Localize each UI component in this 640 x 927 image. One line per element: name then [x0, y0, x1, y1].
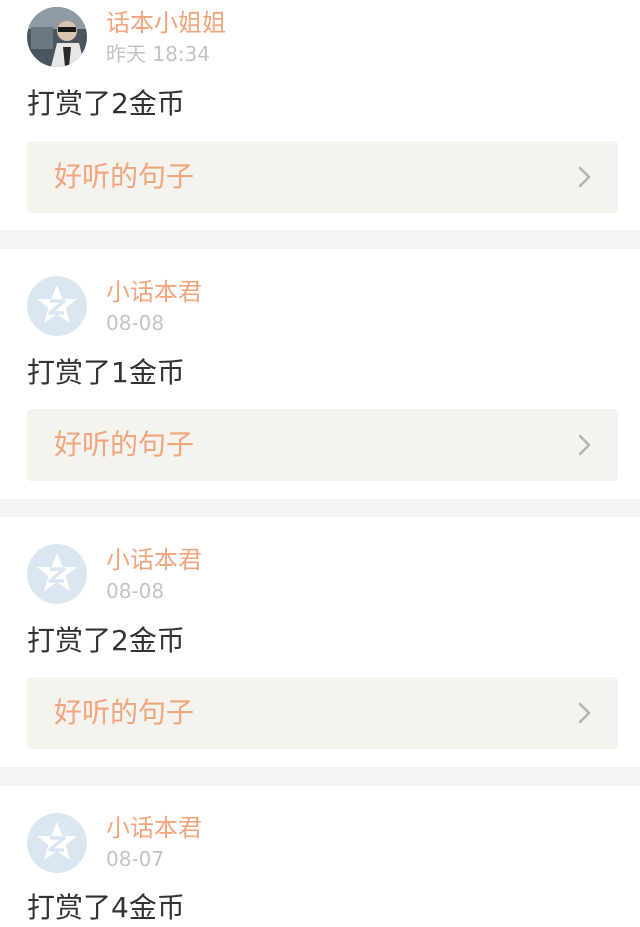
- article-link[interactable]: 好听的句子: [27, 677, 618, 749]
- feed-card: 话本小姐姐 昨天 18:34 打赏了2金币 好听的句子: [0, 0, 640, 230]
- username[interactable]: 话本小姐姐: [106, 8, 226, 38]
- username[interactable]: 小话本君: [106, 277, 202, 307]
- timestamp: 08-08: [106, 311, 165, 335]
- user-avatar-default[interactable]: [27, 276, 87, 336]
- article-title: 好听的句子: [54, 160, 195, 193]
- username[interactable]: 小话本君: [106, 813, 202, 843]
- article-link[interactable]: 好听的句子: [27, 409, 618, 481]
- timestamp: 08-08: [106, 579, 165, 603]
- feed-card: 小话本君 08-07 打赏了4金币: [0, 786, 640, 927]
- user-avatar-default[interactable]: [27, 813, 87, 873]
- article-title: 好听的句子: [54, 428, 195, 461]
- chevron-right-icon: [578, 434, 591, 456]
- user-avatar-photo[interactable]: [27, 7, 87, 67]
- username[interactable]: 小话本君: [106, 545, 202, 575]
- reward-text: 打赏了2金币: [27, 624, 185, 657]
- default-qzone-star-avatar-icon: [27, 544, 87, 604]
- timestamp: 昨天 18:34: [106, 42, 210, 66]
- default-qzone-star-avatar-icon: [27, 276, 87, 336]
- chevron-right-icon: [578, 702, 591, 724]
- chevron-right-icon: [578, 166, 591, 188]
- reward-text: 打赏了2金币: [27, 87, 185, 120]
- reward-feed: 话本小姐姐 昨天 18:34 打赏了2金币 好听的句子 小话本君 08-08 打…: [0, 0, 640, 927]
- user-photo-avatar-icon: [27, 7, 87, 67]
- feed-card: 小话本君 08-08 打赏了1金币 好听的句子: [0, 249, 640, 499]
- default-qzone-star-avatar-icon: [27, 813, 87, 873]
- timestamp: 08-07: [106, 847, 165, 871]
- reward-text: 打赏了1金币: [27, 356, 185, 389]
- article-title: 好听的句子: [54, 696, 195, 729]
- article-link[interactable]: 好听的句子: [27, 141, 618, 213]
- feed-card: 小话本君 08-08 打赏了2金币 好听的句子: [0, 517, 640, 767]
- reward-text: 打赏了4金币: [27, 891, 185, 924]
- user-avatar-default[interactable]: [27, 544, 87, 604]
